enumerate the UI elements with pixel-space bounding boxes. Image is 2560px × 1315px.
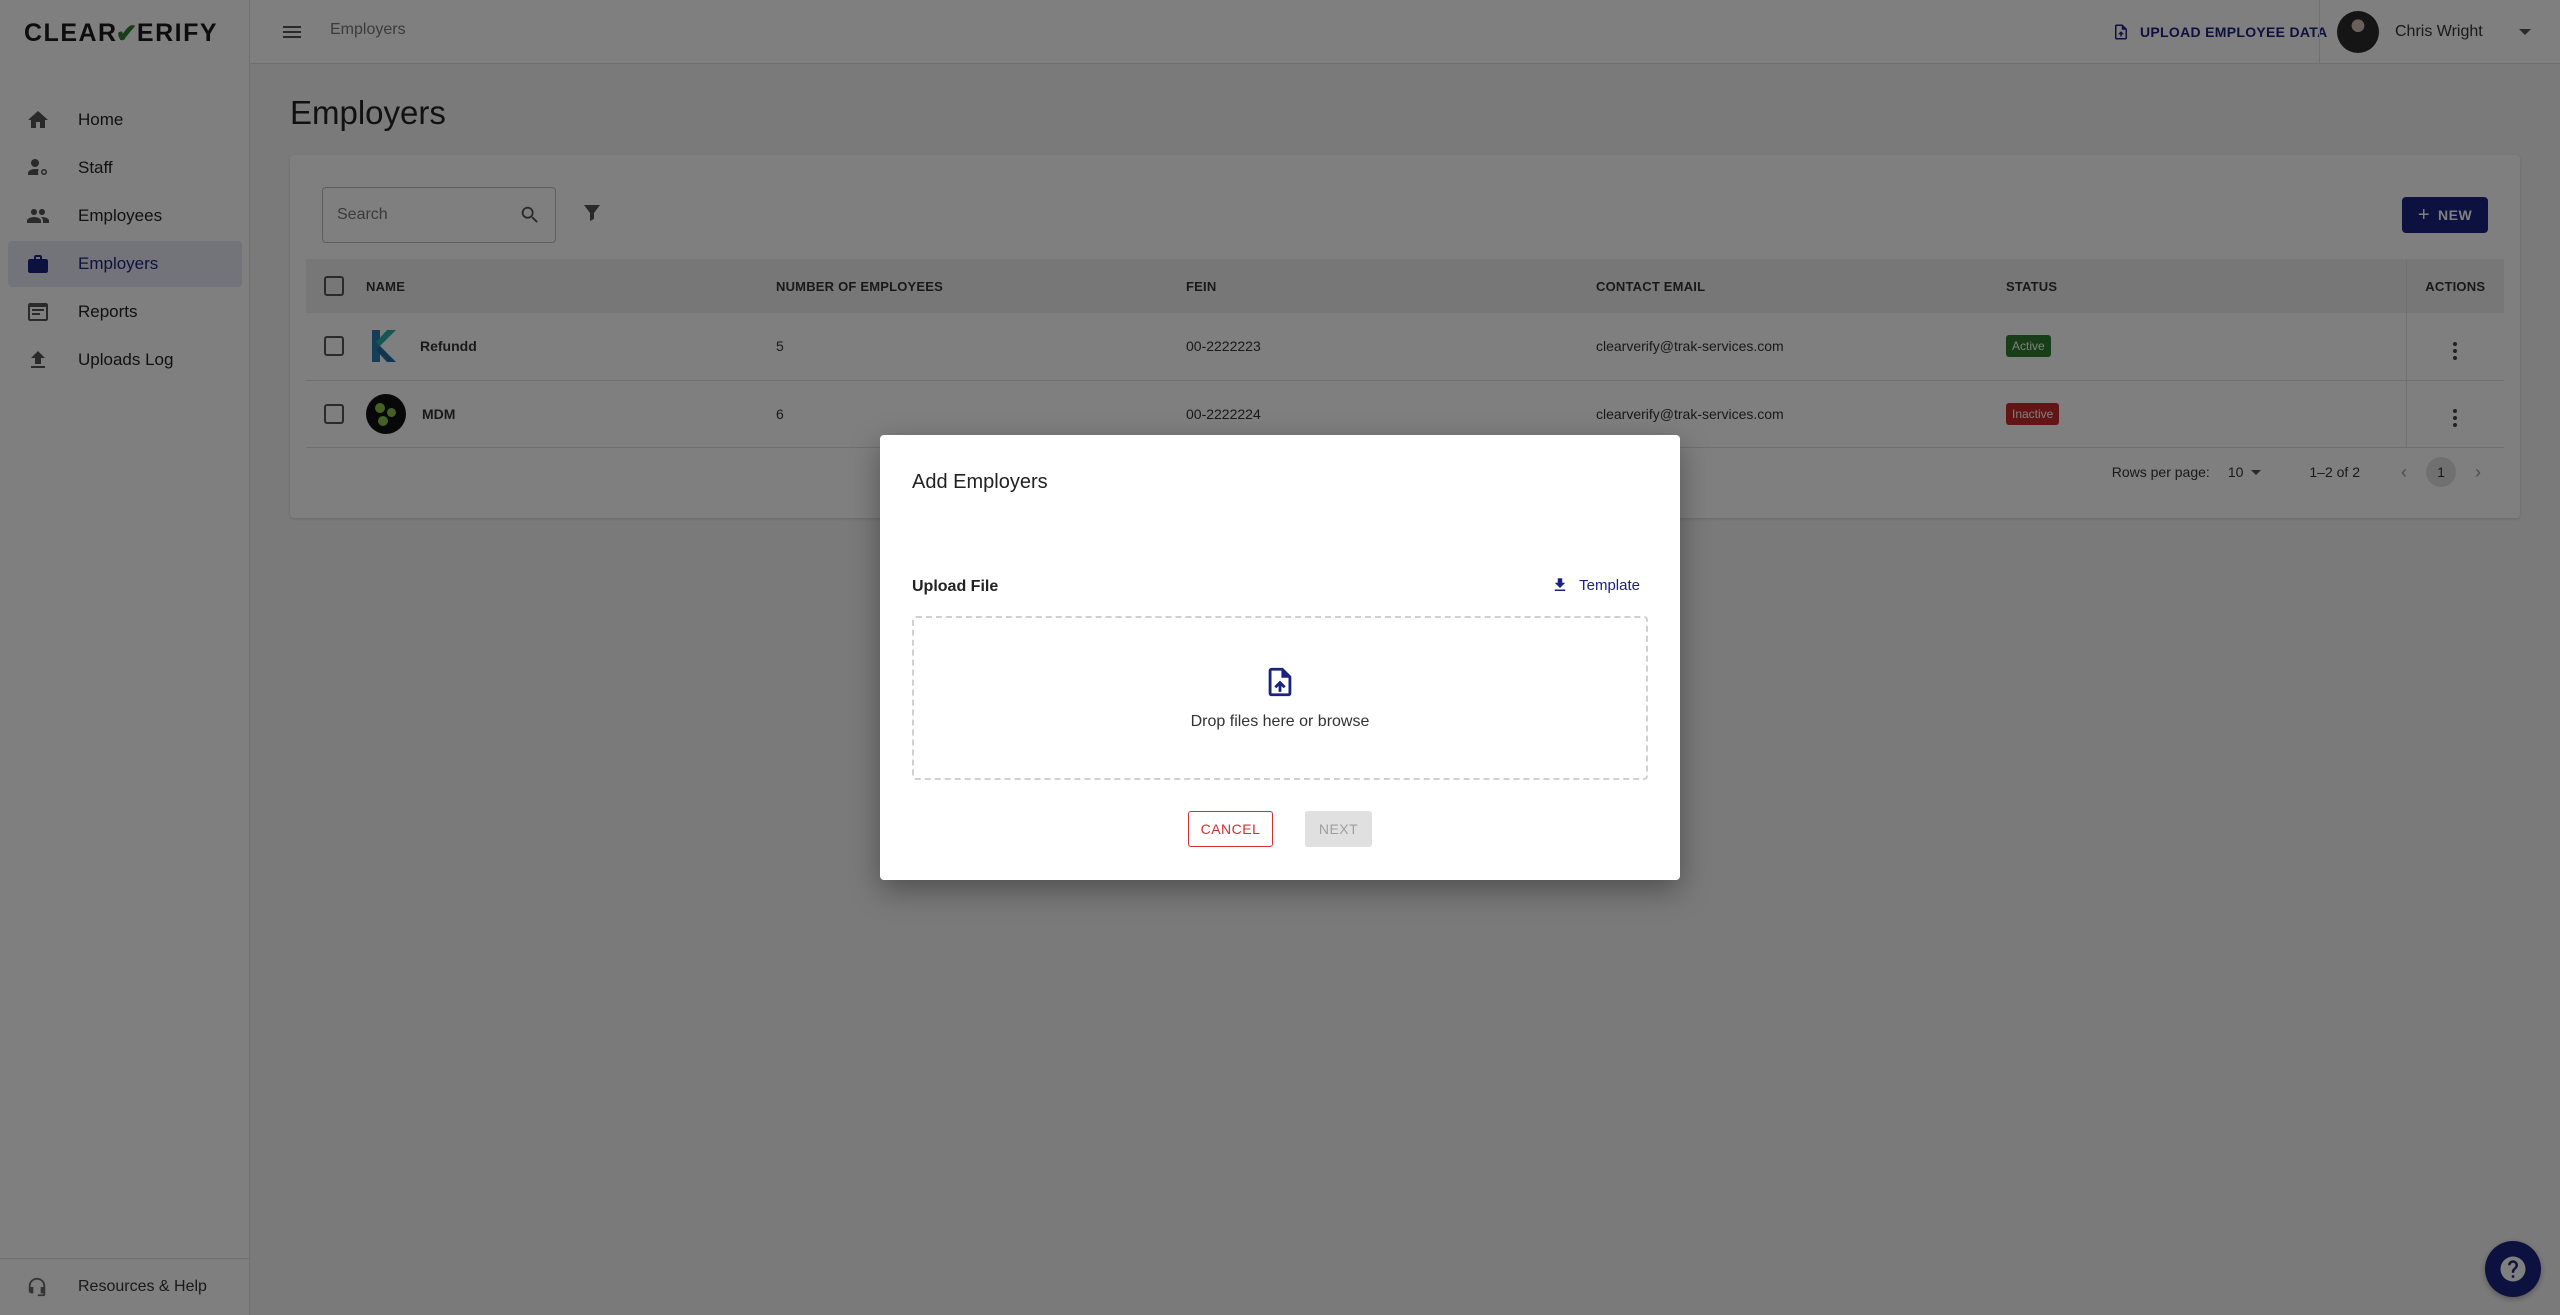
- dropzone-text: Drop files here or browse: [1190, 713, 1370, 730]
- template-download-link[interactable]: Template: [1551, 576, 1640, 594]
- file-dropzone[interactable]: Drop files here or browse: [912, 616, 1648, 780]
- upload-file-label: Upload File: [912, 578, 999, 595]
- template-label: Template: [1579, 576, 1640, 594]
- download-icon: [1554, 578, 1566, 591]
- dialog-title: Add Employers: [912, 471, 1048, 493]
- cancel-button[interactable]: CANCEL: [1188, 811, 1273, 847]
- next-button[interactable]: NEXT: [1305, 811, 1372, 847]
- add-employers-dialog: Add Employers Upload File Template Drop …: [880, 435, 1680, 880]
- dialog-actions: CANCEL NEXT: [880, 811, 1680, 847]
- file-upload-icon: [1268, 667, 1292, 697]
